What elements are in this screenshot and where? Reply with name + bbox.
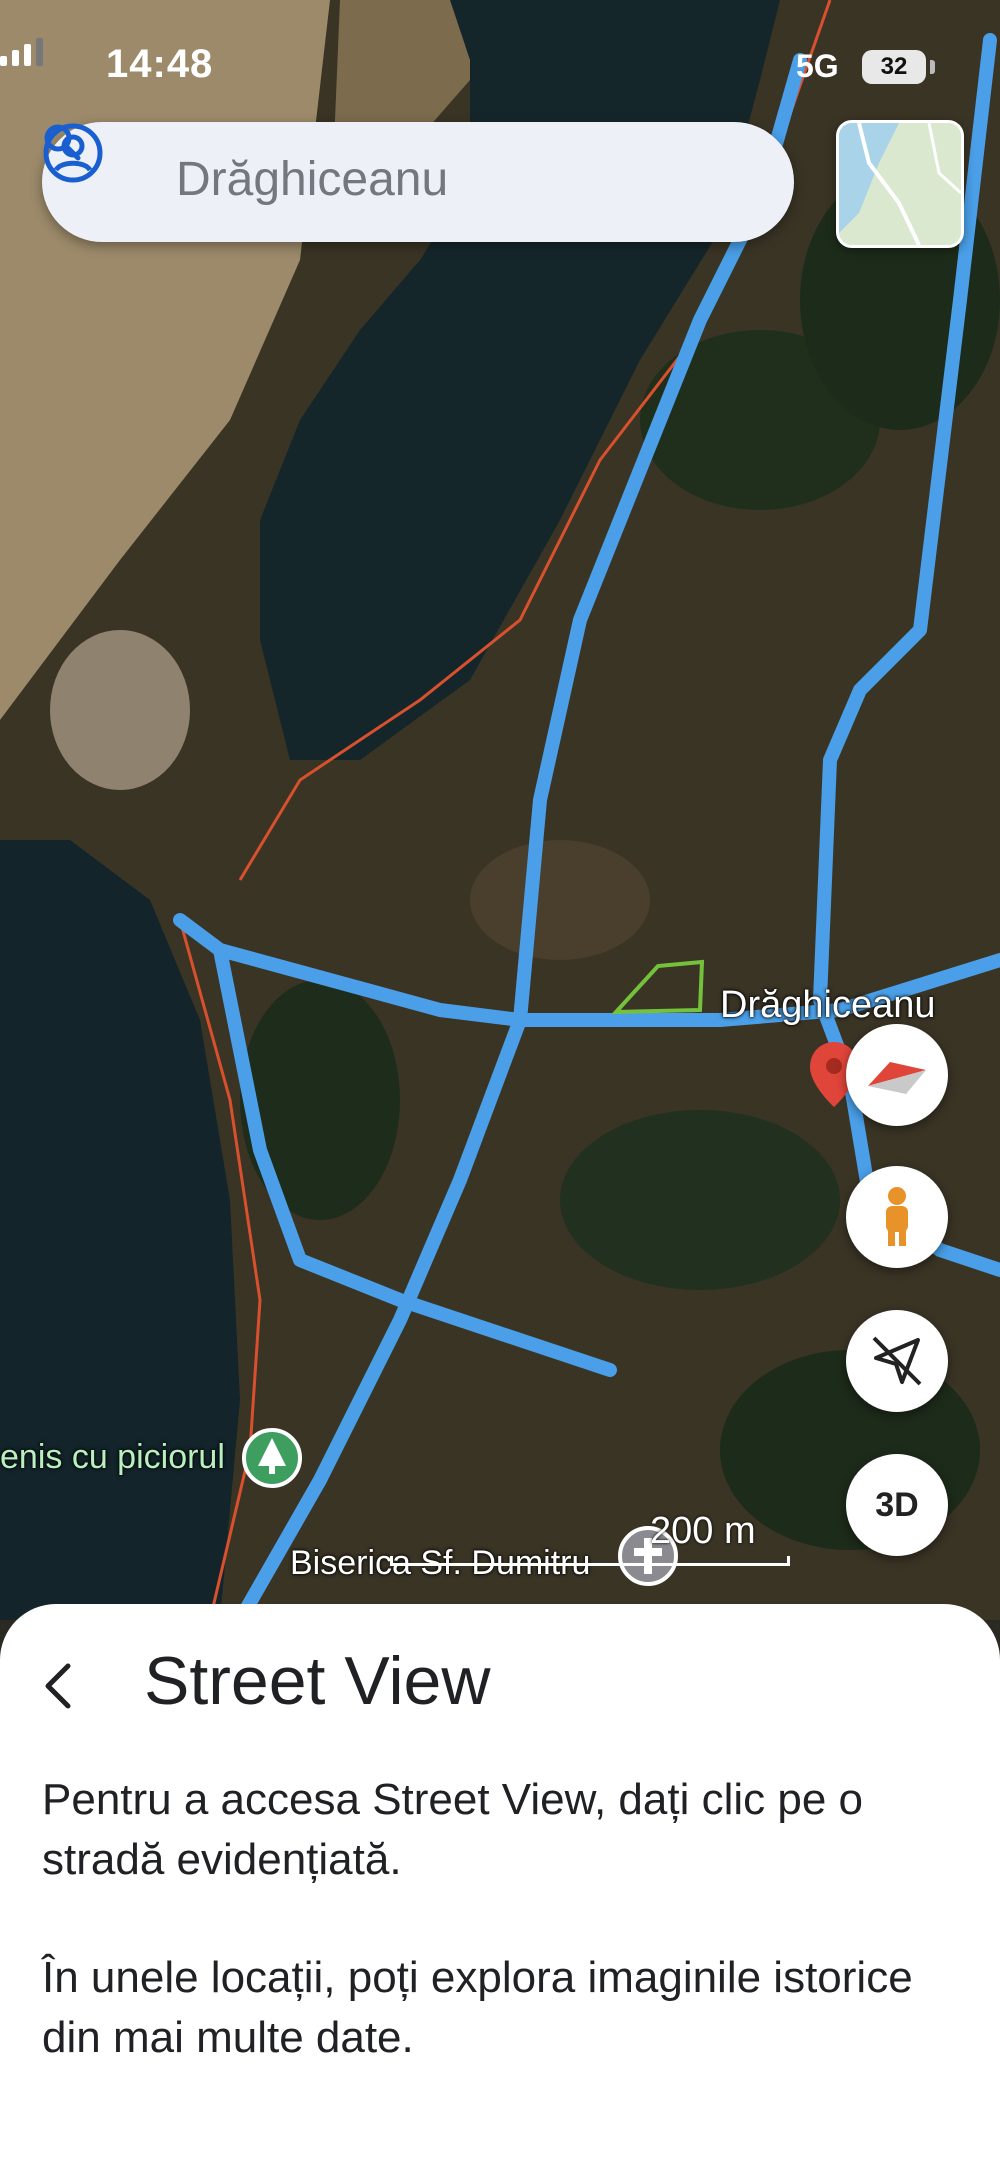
- status-bar: 14:48 5G 32: [0, 38, 1000, 98]
- street-view-sheet: Street View Pentru a accesa Street View,…: [0, 1604, 1000, 2164]
- scale-text: 200 m: [650, 1510, 756, 1552]
- pegman-icon: [886, 1187, 908, 1246]
- battery-tip: [930, 60, 935, 74]
- compass-button[interactable]: [846, 1024, 948, 1126]
- orchard: [50, 630, 190, 790]
- account-icon[interactable]: [42, 122, 104, 184]
- vegetation: [240, 980, 400, 1220]
- sheet-paragraph-1: Pentru a accesa Street View, dați clic p…: [42, 1775, 863, 1884]
- satellite-map[interactable]: 14:48 5G 32 Drăghiceanu Drăghiceanu enis…: [0, 0, 1000, 1620]
- map-layers-button[interactable]: [836, 120, 964, 248]
- scale-line: [390, 1556, 790, 1566]
- location-button[interactable]: [846, 1310, 948, 1412]
- location-off-icon: [872, 1336, 922, 1386]
- 3d-button[interactable]: 3D: [846, 1454, 948, 1556]
- poi-label-park[interactable]: enis cu piciorul: [0, 1438, 225, 1477]
- network-type: 5G: [796, 48, 839, 84]
- layers-thumbnail-icon: [839, 123, 961, 245]
- street-view-pegman-button[interactable]: [846, 1166, 948, 1268]
- vegetation: [470, 840, 650, 960]
- sheet-paragraph-2: În unele locații, poți explora imaginile…: [42, 1953, 913, 2062]
- status-time: 14:48: [106, 42, 214, 86]
- search-bar[interactable]: Drăghiceanu: [42, 122, 794, 242]
- battery-indicator: 32: [862, 50, 926, 84]
- search-query[interactable]: Drăghiceanu: [176, 152, 448, 207]
- back-arrow-icon[interactable]: [38, 1656, 78, 1716]
- place-label[interactable]: Drăghiceanu: [720, 984, 935, 1027]
- scale-bar: 200 m: [390, 1510, 790, 1570]
- vegetation: [560, 1110, 840, 1290]
- compass-icon: [868, 1062, 926, 1094]
- sheet-title: Street View: [144, 1643, 491, 1719]
- signal-icon: [0, 38, 43, 66]
- park-poi-icon[interactable]: [242, 1428, 302, 1488]
